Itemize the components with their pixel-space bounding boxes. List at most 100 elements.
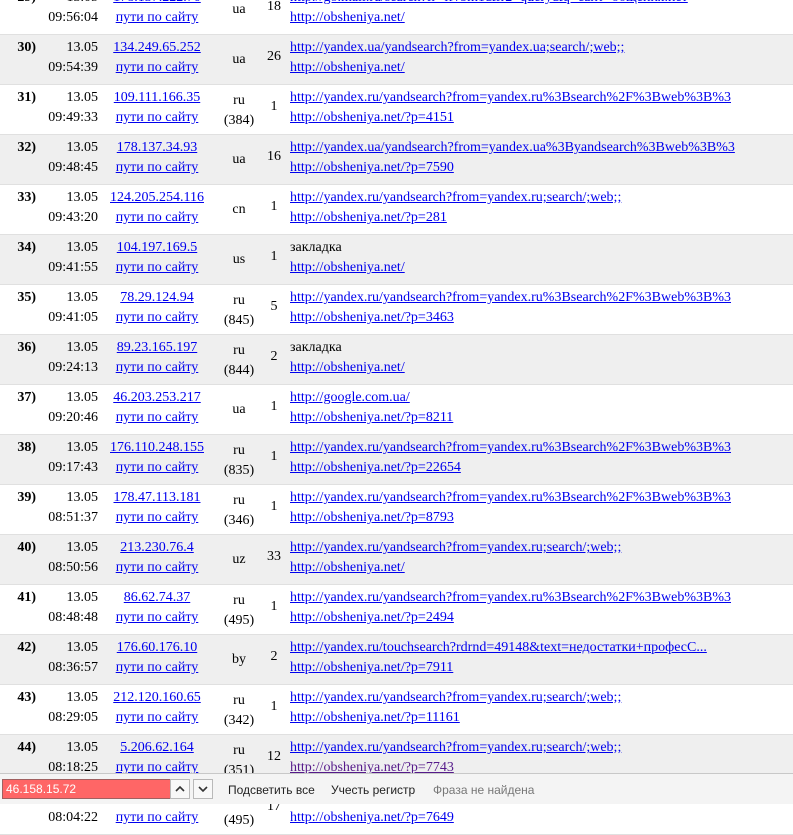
page-link[interactable]: http://obsheniya.net/?p=7590 xyxy=(290,160,454,175)
ip-link[interactable]: 124.205.254.116 xyxy=(110,190,204,205)
site-paths-link[interactable]: пути по сайту xyxy=(116,610,199,625)
site-paths-link[interactable]: пути по сайту xyxy=(116,160,199,175)
page-link[interactable]: http://obsheniya.net/?p=3463 xyxy=(290,310,454,325)
visits-table: 29) 13.05 09:56:04 178.137.222.70 пути п… xyxy=(0,0,793,835)
ip-link[interactable]: 89.23.165.197 xyxy=(117,340,198,355)
referrer-link[interactable]: http://yandex.ru/touchsearch?rdrnd=49148… xyxy=(290,640,707,655)
site-paths-link[interactable]: пути по сайту xyxy=(116,210,199,225)
visit-time: 08:04:22 xyxy=(48,810,98,825)
row-number: 30) xyxy=(17,40,36,55)
referrer-link[interactable]: http://yandex.ru/yandsearch?from=yandex.… xyxy=(290,90,731,105)
visit-time: 08:29:05 xyxy=(48,710,98,725)
referrer-link[interactable]: http://yandex.ua/yandsearch?from=yandex.… xyxy=(290,140,735,155)
visit-date: 13.05 xyxy=(66,590,99,605)
find-status-text: Фраза не найдена xyxy=(433,783,535,797)
page-link[interactable]: http://obsheniya.net/?p=2494 xyxy=(290,610,454,625)
visits-table-container: 29) 13.05 09:56:04 178.137.222.70 пути п… xyxy=(0,0,793,835)
site-paths-link[interactable]: пути по сайту xyxy=(116,260,199,275)
referrer-link[interactable]: http://go.mail.ru/search?fr=ffvbm1&fr2=q… xyxy=(290,0,688,5)
page-link[interactable]: http://obsheniya.net/?p=11161 xyxy=(290,710,460,725)
highlight-all-toggle[interactable]: Подсветить все xyxy=(228,783,315,797)
country-code: cn xyxy=(232,202,246,217)
page-link[interactable]: http://obsheniya.net/?p=22654 xyxy=(290,460,461,475)
ip-link[interactable]: 178.47.113.181 xyxy=(114,490,201,505)
table-row: 34) 13.05 09:41:55 104.197.169.5 пути по… xyxy=(0,234,793,285)
site-paths-link[interactable]: пути по сайту xyxy=(116,110,199,125)
row-number: 35) xyxy=(17,290,36,305)
ip-link[interactable]: 176.110.248.155 xyxy=(110,440,204,455)
ip-link[interactable]: 178.137.222.70 xyxy=(113,0,201,5)
region-code: (346) xyxy=(223,513,255,528)
ip-link[interactable]: 46.203.253.217 xyxy=(113,390,201,405)
row-number: 41) xyxy=(17,590,36,605)
page-link[interactable]: http://obsheniya.net/?p=8793 xyxy=(290,510,454,525)
region-code: (342) xyxy=(223,713,255,728)
find-previous-button[interactable] xyxy=(170,779,190,799)
referrer-link[interactable]: http://yandex.ru/yandsearch?from=yandex.… xyxy=(290,740,621,755)
ip-link[interactable]: 104.197.169.5 xyxy=(117,240,198,255)
find-bar: Подсветить все Учесть регистр Фраза не н… xyxy=(0,773,793,804)
page-link[interactable]: http://obsheniya.net/?p=8211 xyxy=(290,410,453,425)
country-code: ru xyxy=(233,593,245,608)
site-paths-link[interactable]: пути по сайту xyxy=(116,560,199,575)
ip-link[interactable]: 178.137.34.93 xyxy=(117,140,198,155)
region-code: (835) xyxy=(223,463,255,478)
page-link[interactable]: http://obsheniya.net/?p=7649 xyxy=(290,810,454,825)
country-code: ru xyxy=(233,293,245,308)
page-link[interactable]: http://obsheniya.net/ xyxy=(290,260,405,275)
ip-link[interactable]: 212.120.160.65 xyxy=(113,690,201,705)
site-paths-link[interactable]: пути по сайту xyxy=(116,60,199,75)
visit-time: 09:41:55 xyxy=(48,260,98,275)
table-row: 35) 13.05 09:41:05 78.29.124.94 пути по … xyxy=(0,284,793,335)
referrer-link[interactable]: http://yandex.ru/yandsearch?from=yandex.… xyxy=(290,290,731,305)
table-row: 42) 13.05 08:36:57 176.60.176.10 пути по… xyxy=(0,634,793,685)
country-code: ua xyxy=(232,402,246,417)
site-paths-link[interactable]: пути по сайту xyxy=(116,360,199,375)
site-paths-link[interactable]: пути по сайту xyxy=(116,310,199,325)
site-paths-link[interactable]: пути по сайту xyxy=(116,10,199,25)
find-next-button[interactable] xyxy=(193,779,213,799)
referrer-link[interactable]: http://yandex.ua/yandsearch?from=yandex.… xyxy=(290,40,624,55)
match-case-toggle[interactable]: Учесть регистр xyxy=(331,783,415,797)
referrer-link[interactable]: http://yandex.ru/yandsearch?from=yandex.… xyxy=(290,490,731,505)
page-link[interactable]: http://obsheniya.net/?p=4151 xyxy=(290,110,454,125)
visit-time: 09:49:33 xyxy=(48,110,98,125)
ip-link[interactable]: 109.111.166.35 xyxy=(114,90,200,105)
visit-time: 09:24:13 xyxy=(48,360,98,375)
ip-link[interactable]: 5.206.62.164 xyxy=(120,740,194,755)
ip-link[interactable]: 86.62.74.37 xyxy=(124,590,191,605)
site-paths-link[interactable]: пути по сайту xyxy=(116,410,199,425)
visit-count: 16 xyxy=(267,149,281,164)
visit-date: 13.05 xyxy=(67,0,99,5)
ip-link[interactable]: 78.29.124.94 xyxy=(120,290,194,305)
referrer-link[interactable]: http://yandex.ru/yandsearch?from=yandex.… xyxy=(290,440,731,455)
referrer-link[interactable]: http://yandex.ru/yandsearch?from=yandex.… xyxy=(290,190,621,205)
site-paths-link[interactable]: пути по сайту xyxy=(116,810,199,825)
visit-date: 13.05 xyxy=(66,540,99,555)
ip-link[interactable]: 176.60.176.10 xyxy=(117,640,198,655)
country-code: ru xyxy=(233,693,245,708)
site-paths-link[interactable]: пути по сайту xyxy=(116,710,199,725)
page-link[interactable]: http://obsheniya.net/ xyxy=(290,560,405,575)
ip-link[interactable]: 134.249.65.252 xyxy=(113,40,201,55)
country-code: by xyxy=(232,652,246,667)
country-code: uz xyxy=(232,552,246,567)
visit-date: 13.05 xyxy=(66,240,99,255)
site-paths-link[interactable]: пути по сайту xyxy=(116,460,199,475)
page-link[interactable]: http://obsheniya.net/?p=281 xyxy=(290,210,447,225)
page-link[interactable]: http://obsheniya.net/ xyxy=(290,360,405,375)
ip-link[interactable]: 213.230.76.4 xyxy=(120,540,194,555)
find-input[interactable] xyxy=(2,779,171,799)
referrer-link[interactable]: http://yandex.ru/yandsearch?from=yandex.… xyxy=(290,590,731,605)
site-paths-link[interactable]: пути по сайту xyxy=(116,660,199,675)
page-link[interactable]: http://obsheniya.net/?p=7911 xyxy=(290,660,453,675)
page-link[interactable]: http://obsheniya.net/ xyxy=(290,10,405,25)
referrer-link[interactable]: http://google.com.ua/ xyxy=(290,390,410,405)
visit-date: 13.05 xyxy=(66,190,99,205)
site-paths-link[interactable]: пути по сайту xyxy=(116,510,199,525)
referrer-link[interactable]: http://yandex.ru/yandsearch?from=yandex.… xyxy=(290,540,621,555)
page-link[interactable]: http://obsheniya.net/ xyxy=(290,60,405,75)
row-number: 42) xyxy=(17,640,36,655)
visit-count: 1 xyxy=(270,99,278,114)
referrer-link[interactable]: http://yandex.ru/yandsearch?from=yandex.… xyxy=(290,690,621,705)
